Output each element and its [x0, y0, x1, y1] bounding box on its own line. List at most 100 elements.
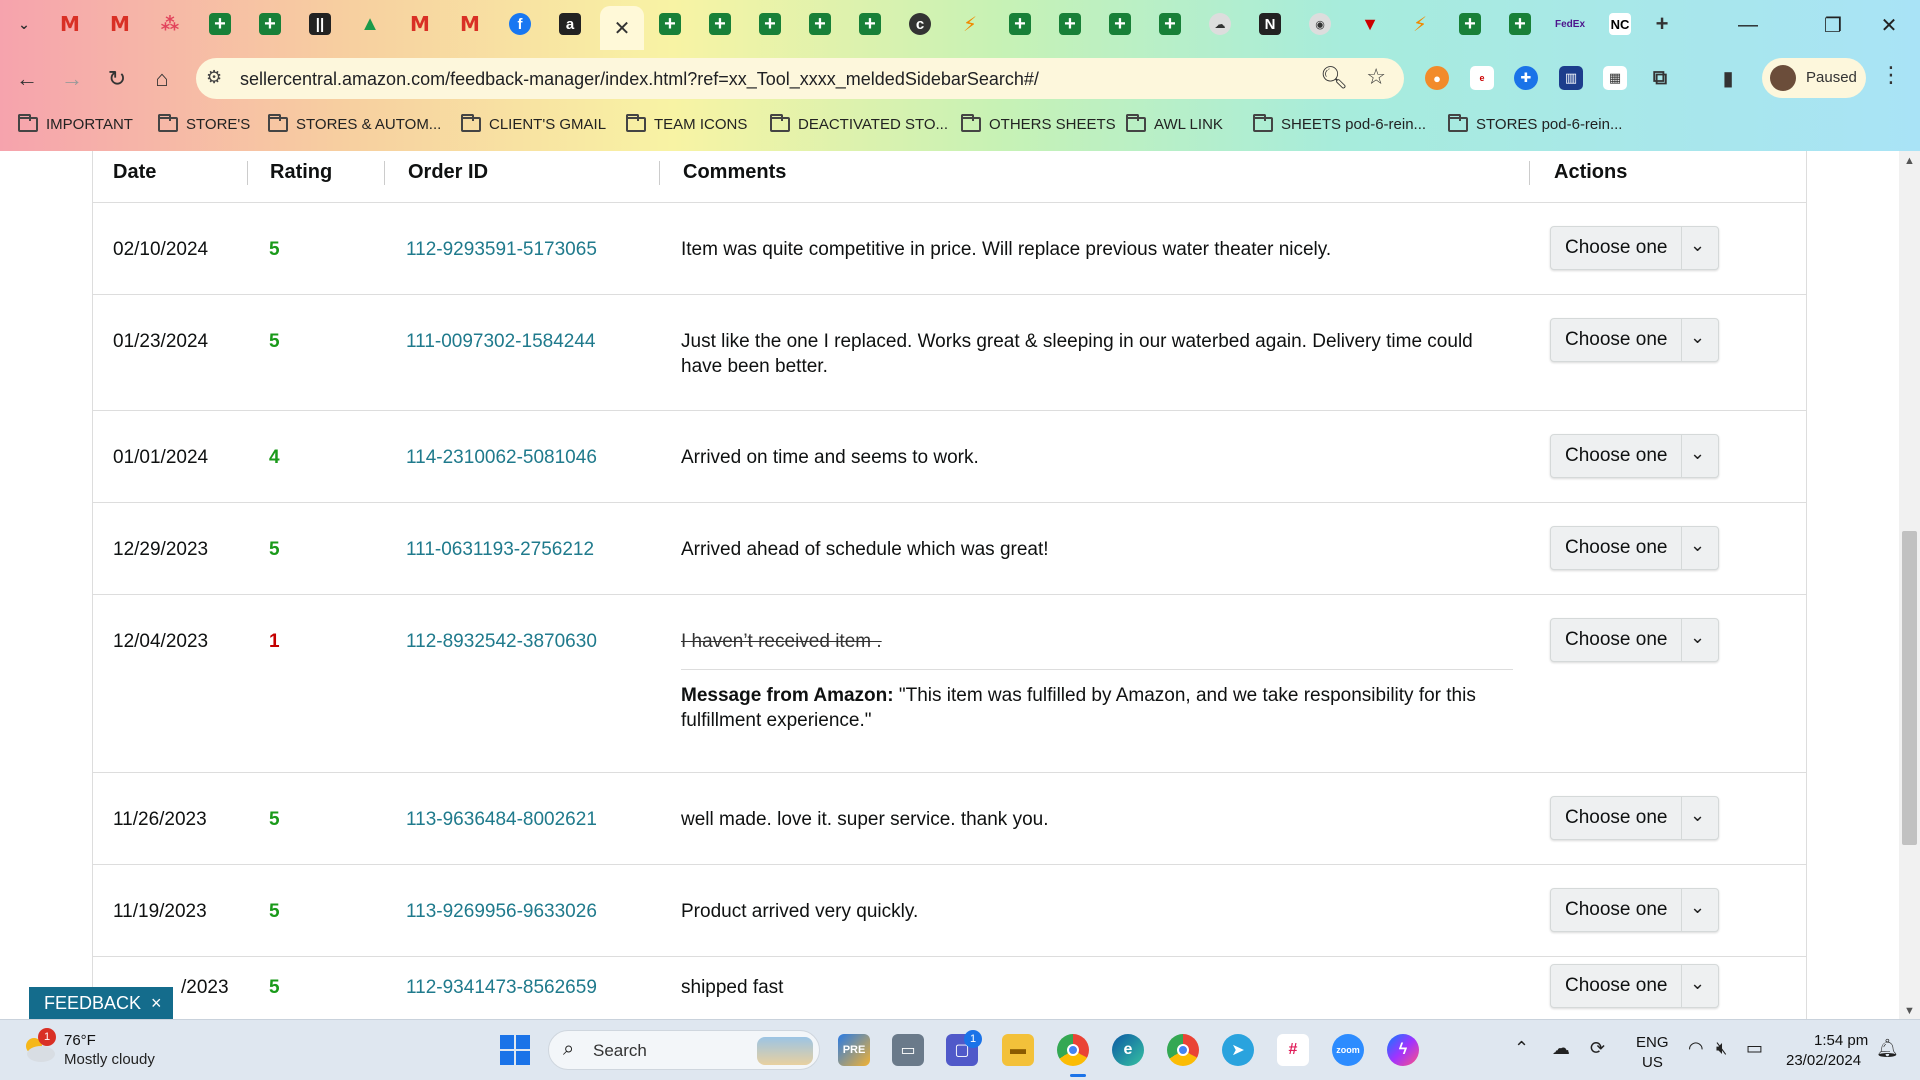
- gmail-icon[interactable]: M: [56, 10, 84, 38]
- amazon-icon[interactable]: a: [556, 10, 584, 38]
- messenger-icon[interactable]: ϟ: [1387, 1034, 1419, 1066]
- n-icon[interactable]: N: [1256, 10, 1284, 38]
- scrollbar-thumb[interactable]: [1902, 531, 1917, 845]
- extension-icon[interactable]: ▥: [1559, 66, 1583, 90]
- sheets-icon[interactable]: +: [856, 10, 884, 38]
- actions-dropdown[interactable]: Choose one ⌄: [1550, 434, 1719, 478]
- restore-icon[interactable]: ❐: [1818, 10, 1848, 40]
- badge-icon[interactable]: ◉: [1306, 10, 1334, 38]
- facebook-icon[interactable]: f: [506, 10, 534, 38]
- region-code[interactable]: US: [1642, 1054, 1663, 1071]
- sheets-icon[interactable]: +: [656, 10, 684, 38]
- actions-dropdown[interactable]: Choose one ⌄: [1550, 888, 1719, 932]
- order-id-link[interactable]: 111-0631193-2756212: [406, 537, 594, 562]
- scroll-up-icon[interactable]: ▲: [1904, 155, 1915, 167]
- minimize-icon[interactable]: —: [1733, 10, 1763, 40]
- bookmark-folder[interactable]: CLIENT'S GMAIL: [461, 114, 606, 133]
- fedex-icon[interactable]: FedEx: [1555, 10, 1585, 38]
- actions-dropdown[interactable]: Choose one ⌄: [1550, 318, 1719, 362]
- side-panel-icon[interactable]: ▮: [1716, 66, 1740, 90]
- header-order-id[interactable]: Order ID: [408, 161, 488, 184]
- notification-bell-icon[interactable]: 🔔︎: [1876, 1038, 1899, 1059]
- gmail-icon[interactable]: M: [106, 10, 134, 38]
- new-tab-icon[interactable]: +: [1648, 10, 1676, 38]
- language-code[interactable]: ENG: [1636, 1034, 1669, 1051]
- sheets-icon[interactable]: +: [1456, 10, 1484, 38]
- nc-icon[interactable]: NC: [1606, 10, 1634, 38]
- task-view-icon[interactable]: ▭: [892, 1034, 924, 1066]
- order-id-link[interactable]: 113-9636484-8002621: [406, 807, 597, 832]
- zoom-icon[interactable]: 🔍︎: [1320, 65, 1348, 91]
- windows-start-icon[interactable]: [500, 1035, 530, 1065]
- tab-search-icon[interactable]: ⌄: [10, 10, 38, 38]
- header-comments[interactable]: Comments: [683, 161, 786, 184]
- bookmark-folder[interactable]: STORE'S: [158, 114, 250, 133]
- back-icon[interactable]: ←: [12, 64, 42, 94]
- app-icon[interactable]: ⁂: [156, 10, 184, 38]
- shield-icon[interactable]: ▼: [1356, 10, 1384, 38]
- sheets-icon[interactable]: +: [806, 10, 834, 38]
- chrome-icon[interactable]: [1167, 1034, 1199, 1066]
- scroll-down-icon[interactable]: ▼: [1904, 1005, 1915, 1017]
- bookmark-folder[interactable]: OTHERS SHEETS: [961, 114, 1116, 133]
- header-date[interactable]: Date: [113, 161, 156, 184]
- sheets-icon[interactable]: +: [1106, 10, 1134, 38]
- reload-icon[interactable]: ↻: [102, 64, 132, 94]
- page-scrollbar[interactable]: ▲ ▼: [1899, 151, 1920, 1019]
- order-id-link[interactable]: 112-9293591-5173065: [406, 237, 597, 262]
- telegram-icon[interactable]: ➤: [1222, 1034, 1254, 1066]
- actions-dropdown[interactable]: Choose one ⌄: [1550, 618, 1719, 662]
- app-icon[interactable]: PRE: [838, 1034, 870, 1066]
- actions-dropdown[interactable]: Choose one ⌄: [1550, 796, 1719, 840]
- window-close-icon[interactable]: ✕: [1874, 10, 1904, 40]
- circle-c-icon[interactable]: c: [906, 10, 934, 38]
- gmail-icon[interactable]: M: [406, 10, 434, 38]
- file-explorer-icon[interactable]: ▬: [1002, 1034, 1034, 1066]
- actions-dropdown[interactable]: Choose one ⌄: [1550, 226, 1719, 270]
- weather-widget[interactable]: 1 76°F Mostly cloudy: [22, 1028, 202, 1072]
- actions-dropdown[interactable]: Choose one ⌄: [1550, 964, 1719, 1008]
- extension-icon[interactable]: ✚: [1514, 66, 1538, 90]
- clock-time[interactable]: 1:54 pm: [1814, 1032, 1868, 1049]
- bars-icon[interactable]: ||: [306, 10, 334, 38]
- onedrive-icon[interactable]: ☁: [1552, 1038, 1570, 1059]
- extension-icon[interactable]: e: [1470, 66, 1494, 90]
- url-text[interactable]: sellercentral.amazon.com/feedback-manage…: [240, 69, 1039, 90]
- forward-icon[interactable]: →: [57, 64, 87, 94]
- bookmark-star-icon[interactable]: ☆: [1366, 64, 1386, 90]
- order-id-link[interactable]: 112-9341473-8562659: [406, 975, 597, 1000]
- extensions-puzzle-icon[interactable]: ⧉: [1648, 66, 1672, 90]
- address-bar[interactable]: ⚙ sellercentral.amazon.com/feedback-mana…: [196, 58, 1404, 99]
- bookmark-folder[interactable]: DEACTIVATED STO...: [770, 114, 948, 133]
- feedback-button[interactable]: FEEDBACK ×: [29, 987, 173, 1019]
- sheets-icon[interactable]: +: [1056, 10, 1084, 38]
- zoom-icon[interactable]: zoom: [1332, 1034, 1364, 1066]
- wifi-icon[interactable]: ◠: [1688, 1038, 1704, 1059]
- slack-icon[interactable]: #: [1277, 1034, 1309, 1066]
- sheets-icon[interactable]: +: [256, 10, 284, 38]
- site-info-icon[interactable]: ⚙: [206, 67, 222, 88]
- bookmark-folder[interactable]: AWL LINK: [1126, 114, 1223, 133]
- clock-date[interactable]: 23/02/2024: [1786, 1052, 1861, 1069]
- taskbar-search[interactable]: ⌕ Search: [548, 1030, 820, 1070]
- order-id-link[interactable]: 111-0097302-1584244: [406, 329, 595, 354]
- bookmark-folder[interactable]: STORES pod-6-rein...: [1448, 114, 1622, 133]
- extension-icon[interactable]: ●: [1425, 66, 1449, 90]
- sheets-icon[interactable]: +: [706, 10, 734, 38]
- active-tab[interactable]: ✕: [600, 6, 644, 50]
- feedback-close-icon[interactable]: ×: [151, 993, 162, 1014]
- bookmark-folder[interactable]: TEAM ICONS: [626, 114, 747, 133]
- sheets-icon[interactable]: +: [1006, 10, 1034, 38]
- bolt-icon[interactable]: ⚡: [1406, 10, 1434, 38]
- sheets-icon[interactable]: +: [756, 10, 784, 38]
- home-icon[interactable]: ⌂: [147, 64, 177, 94]
- menu-icon[interactable]: ⋮: [1880, 62, 1902, 88]
- show-hidden-icons[interactable]: ⌃: [1514, 1038, 1529, 1059]
- header-rating[interactable]: Rating: [270, 161, 332, 184]
- edge-icon[interactable]: e: [1112, 1034, 1144, 1066]
- battery-icon[interactable]: ▭: [1746, 1038, 1763, 1059]
- speaker-muted-icon[interactable]: 🔇︎: [1716, 1038, 1727, 1059]
- sync-icon[interactable]: ⟳: [1590, 1038, 1605, 1059]
- bookmark-folder[interactable]: SHEETS pod-6-rein...: [1253, 114, 1426, 133]
- bolt-icon[interactable]: ⚡: [956, 10, 984, 38]
